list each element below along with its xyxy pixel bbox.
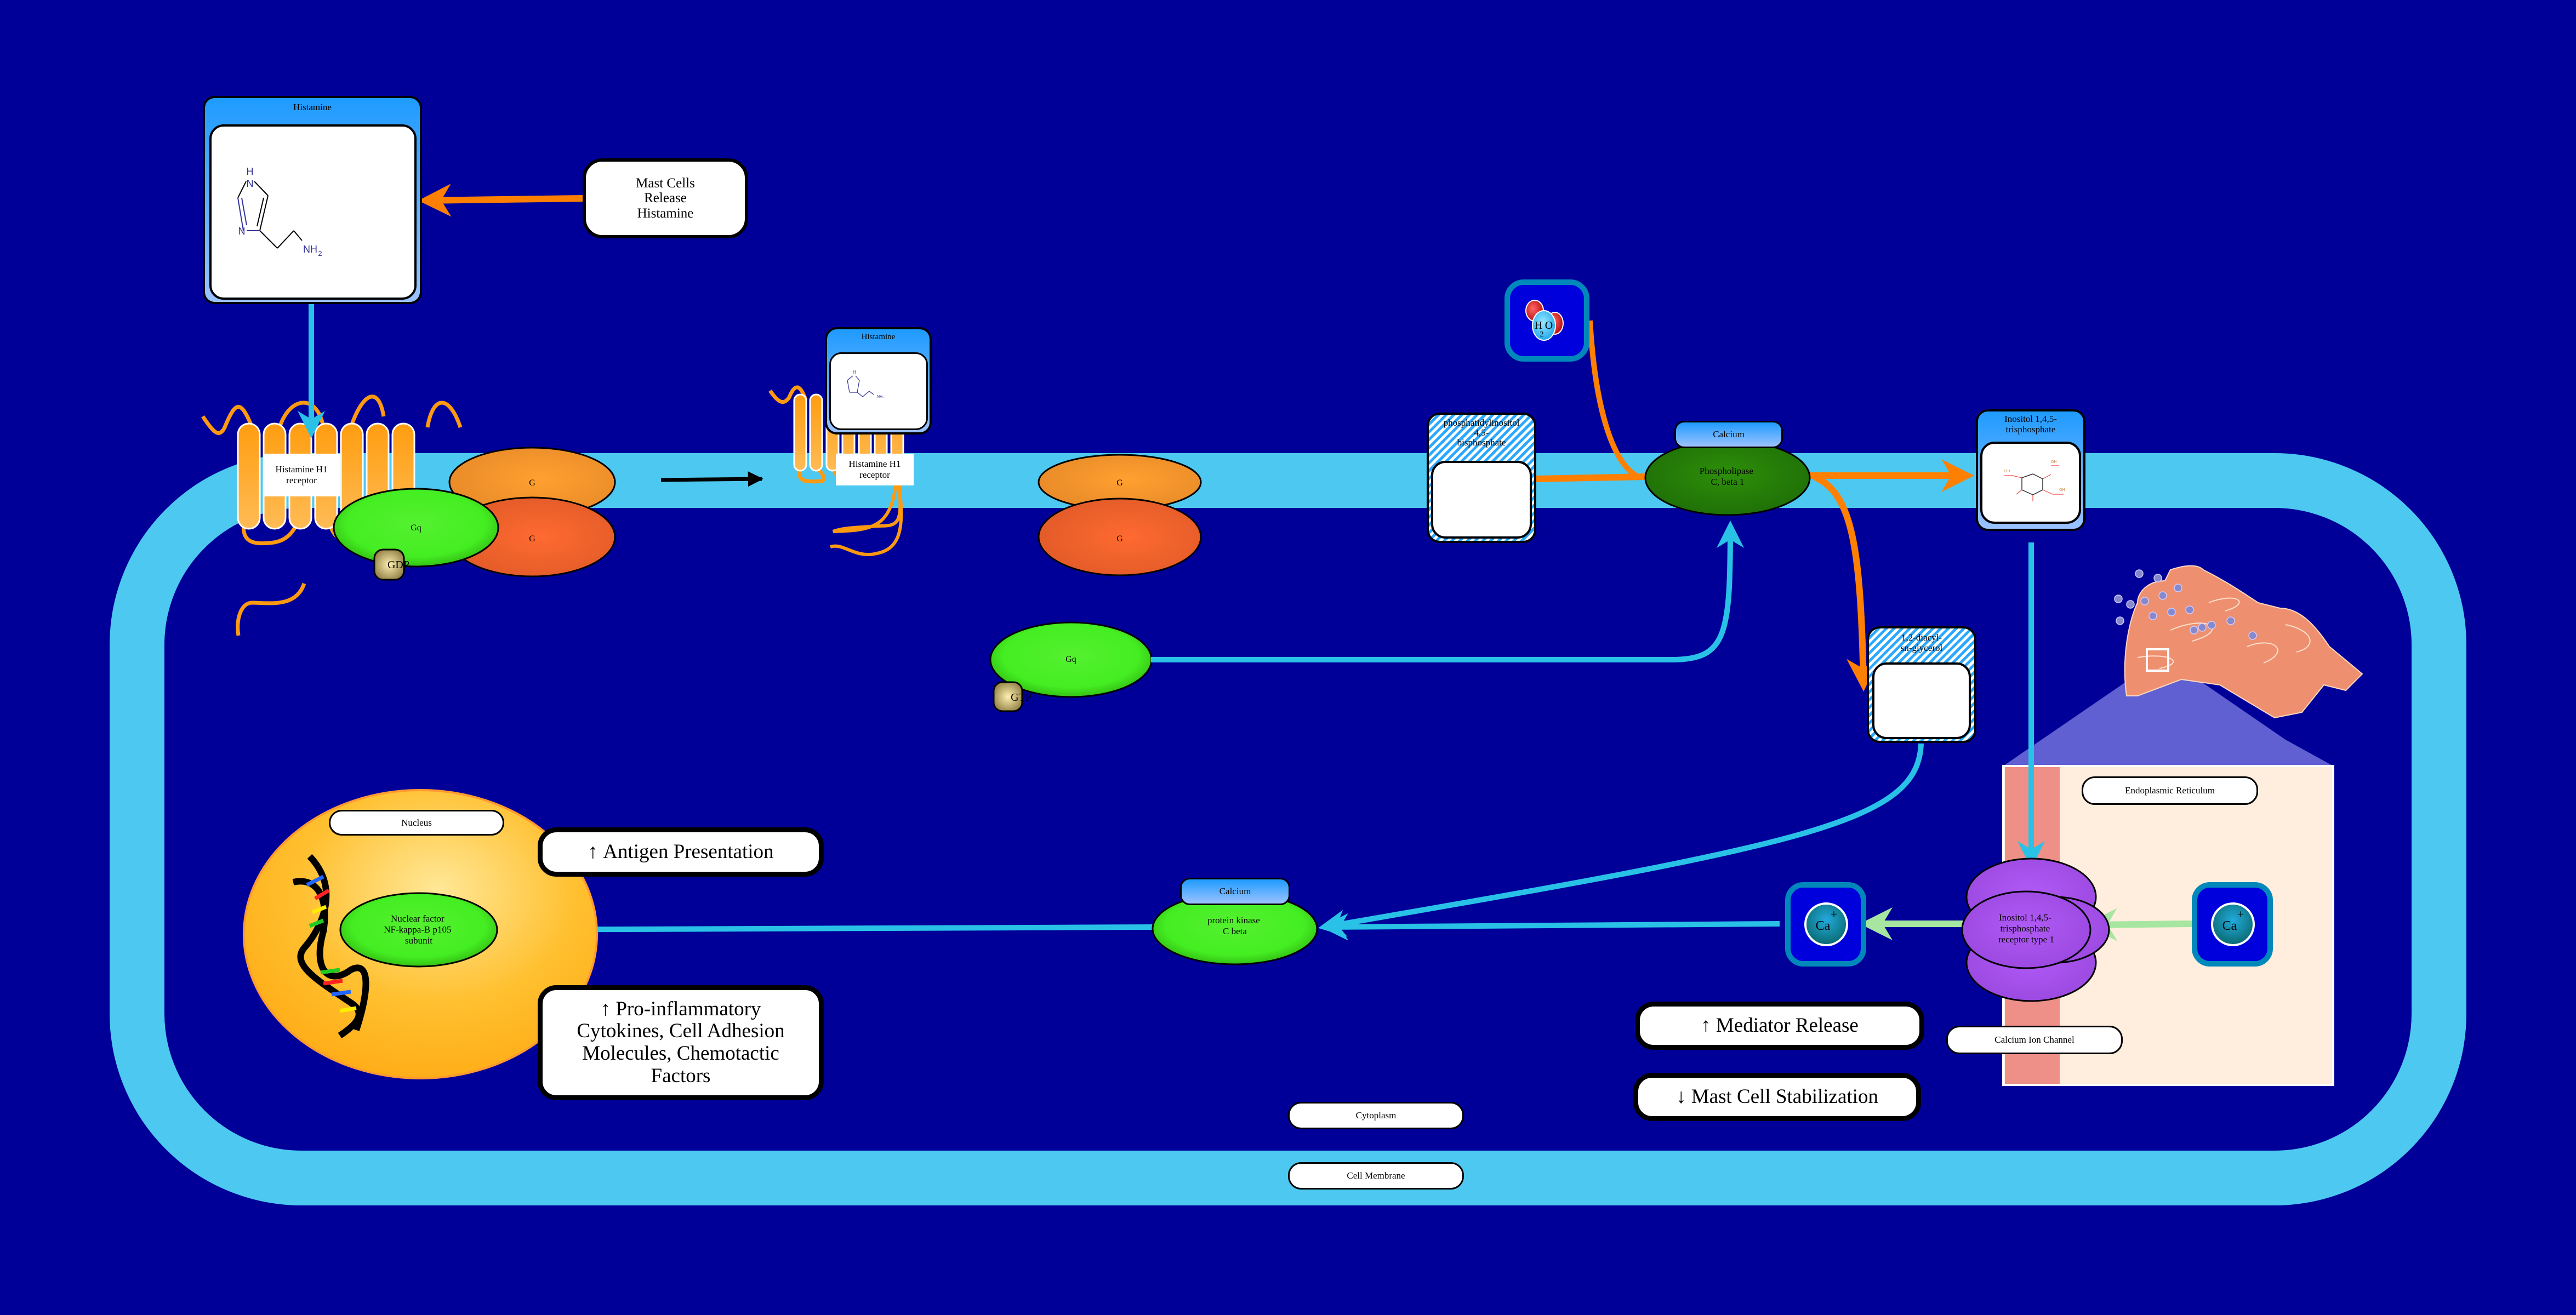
atom-h: H	[247, 166, 254, 177]
label-line: receptor	[286, 475, 317, 485]
pip2-molecule[interactable]: phosphatidylinositol 4,5- bisphosphate	[1427, 413, 1536, 543]
outcome-text: Cytokines, Cell Adhesion	[577, 1020, 785, 1043]
calcium-symbol: Ca	[1816, 919, 1831, 933]
g-gamma-inactive-label: G	[529, 534, 535, 544]
nucleus-label: Nucleus	[329, 810, 504, 836]
histamine-structure-icon: H N N NH 2	[237, 166, 322, 258]
calcium-cytoplasm[interactable]: Ca +	[1785, 882, 1866, 967]
dag-structure	[1872, 662, 1971, 739]
title-line: trisphosphate	[2005, 424, 2056, 434]
atom-n: N	[247, 178, 254, 189]
outcome-text: Mediator Release	[1716, 1014, 1859, 1037]
arrow-pip2-to-plc	[1536, 473, 1647, 482]
atom-n: N	[238, 226, 246, 237]
mast-cell-trigger: Mast Cells Release Histamine	[583, 158, 748, 238]
calcium-er[interactable]: Ca +	[2192, 882, 2273, 967]
outcome-text: Mast Cell Stabilization	[1691, 1085, 1878, 1108]
title-line: sn-glycerol	[1900, 642, 1943, 653]
ip3-structure: OH OH OH	[1980, 442, 2081, 524]
water-h-label: H	[1535, 319, 1542, 331]
label-line: Histamine H1	[848, 459, 901, 470]
histamine-title: Histamine	[293, 102, 332, 112]
svg-text:OH: OH	[2051, 460, 2057, 464]
atom-nh: NH	[303, 244, 317, 255]
outcome-proinflammatory: ↑ Pro-inflammatory Cytokines, Cell Adhes…	[538, 985, 824, 1100]
trigger-line: Mast Cells	[636, 175, 695, 191]
calcium-charge: +	[2237, 907, 2244, 921]
ip3-molecule[interactable]: Inositol 1,4,5- trisphosphate OH OH OH	[1976, 409, 2085, 531]
dag-molecule[interactable]: 1,2-diacyl- sn-glycerol	[1867, 626, 1976, 743]
histamine-bound-structure: H NH₂	[829, 352, 928, 430]
g-beta-inactive-label: G	[529, 478, 535, 488]
water-molecule[interactable]: H 2 O	[1504, 279, 1589, 362]
ip3-structure-icon: OH OH OH	[2004, 460, 2065, 501]
er-label: Endoplasmic Reticulum	[2082, 776, 2258, 805]
cytoplasm-label: Cytoplasm	[1288, 1102, 1464, 1129]
title-line: 4,5-	[1474, 427, 1489, 438]
outcome-text: Pro-inflammatory	[615, 997, 761, 1020]
water-subscript: 2	[1540, 330, 1544, 339]
outcome-mediator-release: ↑ Mediator Release	[1635, 1002, 1924, 1050]
ip3r-label: Inositol 1,4,5- trisphosphate receptor t…	[1998, 912, 2054, 945]
transition-arrow	[660, 471, 763, 487]
gq-active-label: Gq	[1065, 655, 1076, 664]
label-line: Histamine H1	[275, 464, 328, 475]
outcome-text: Molecules, Chemotactic	[582, 1042, 779, 1065]
up-arrow-icon: ↑	[600, 997, 611, 1020]
endoplasmic-reticulum-illustration	[2003, 565, 2363, 766]
outcome-text: Factors	[651, 1064, 711, 1087]
ip3-title: Inositol 1,4,5- trisphosphate	[1978, 414, 2083, 434]
calcium-symbol: Ca	[2222, 919, 2237, 933]
arrow-gq-to-plc	[1151, 521, 1744, 662]
gq-inactive-label: Gq	[411, 523, 421, 533]
histamine-structure-icon: H NH₂	[847, 370, 884, 399]
gdp-label: GDP	[387, 559, 409, 571]
atom-subscript: 2	[318, 249, 322, 258]
outcome-text: Antigen Presentation	[603, 840, 774, 863]
outcome-antigen-presentation: ↑ Antigen Presentation	[538, 827, 824, 877]
title-line: phosphatidylinositol	[1443, 418, 1520, 428]
svg-text:H: H	[853, 370, 856, 375]
plc-calcium-cofactor[interactable]: Calcium	[1674, 421, 1783, 448]
pip2-structure	[1431, 461, 1532, 539]
histamine-structure: H N N NH 2	[209, 124, 417, 300]
dag-title: 1,2-diacyl- sn-glycerol	[1869, 632, 1974, 653]
arrow-water-to-plc	[1587, 320, 1638, 478]
histamine-bound-title: Histamine	[861, 333, 896, 341]
svg-text:NH₂: NH₂	[877, 395, 884, 399]
calcium-channel-label: Calcium Ion Channel	[1946, 1026, 2123, 1054]
pip2-title: phosphatidylinositol 4,5- bisphosphate	[1429, 418, 1534, 448]
arrow-trigger-to-histamine	[418, 184, 585, 217]
pkc-calcium-cofactor[interactable]: Calcium	[1180, 878, 1290, 905]
g-gamma-active-label: G	[1116, 534, 1123, 544]
h1-receptor-active-label: Histamine H1 receptor	[836, 454, 914, 485]
trigger-line: Histamine	[637, 205, 694, 221]
title-line: Inositol 1,4,5-	[2004, 414, 2057, 424]
g-beta-active-label: G	[1116, 478, 1123, 488]
h1-receptor-inactive-label: Histamine H1 receptor	[263, 454, 340, 496]
gtp-label: GTP	[1011, 691, 1031, 704]
cell-membrane-label: Cell Membrane	[1288, 1162, 1464, 1190]
histamine-molecule-bound[interactable]: Histamine H NH₂	[825, 327, 932, 434]
up-arrow-icon: ↑	[588, 840, 598, 863]
down-arrow-icon: ↓	[1676, 1085, 1686, 1108]
outcome-mast-cell-stabilization: ↓ Mast Cell Stabilization	[1633, 1073, 1921, 1121]
up-arrow-icon: ↑	[1701, 1014, 1711, 1037]
calcium-charge: +	[1831, 907, 1837, 921]
histamine-molecule-large[interactable]: Histamine H N N NH 2	[203, 96, 422, 304]
svg-text:OH: OH	[2059, 488, 2065, 492]
label-line: receptor	[859, 470, 890, 480]
svg-text:OH: OH	[2004, 470, 2010, 473]
title-line: 1,2-diacyl-	[1901, 632, 1942, 643]
water-o-label: O	[1545, 319, 1553, 331]
title-line: bisphosphate	[1457, 437, 1506, 448]
trigger-line: Release	[644, 191, 687, 206]
arrow-calcium-to-pkc	[1321, 913, 1780, 941]
